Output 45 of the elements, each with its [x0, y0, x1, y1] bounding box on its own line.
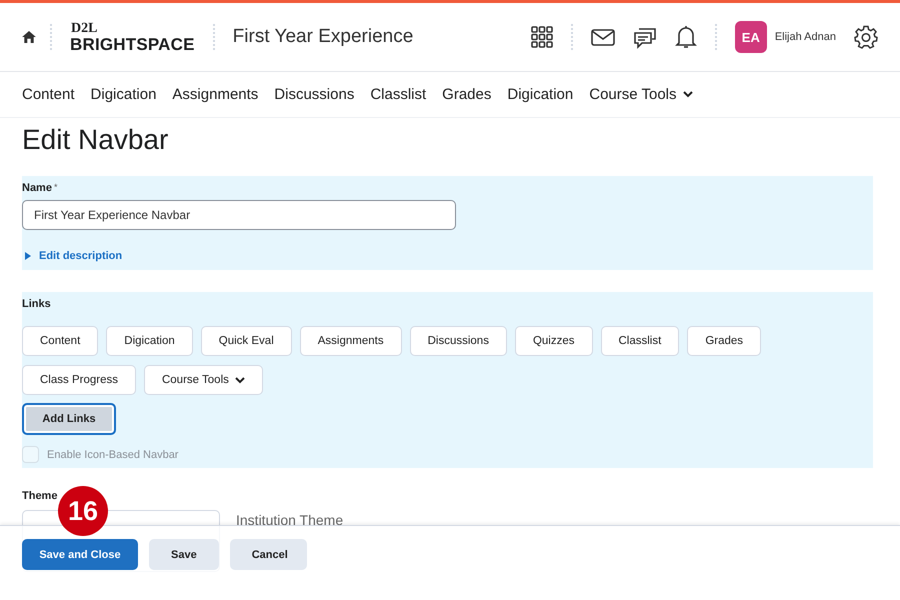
course-title[interactable]: First Year Experience	[232, 26, 414, 48]
field-label: Links	[22, 298, 51, 310]
page-title: Edit Navbar	[22, 124, 170, 156]
nav-link[interactable]: Content	[22, 86, 75, 103]
nav-link[interactable]: Grades	[442, 86, 492, 103]
nav-link[interactable]: Course Tools	[589, 86, 693, 103]
navbar-link-button[interactable]: Classlist	[600, 326, 680, 356]
chevron-icon	[682, 91, 693, 98]
required-mark: *	[54, 182, 58, 194]
navbar-link-button[interactable]: Class Progress	[22, 365, 136, 395]
grid-icon[interactable]	[530, 26, 553, 48]
navbar-link-button[interactable]: Assignments	[300, 326, 402, 356]
navbar-link-button[interactable]: Quizzes	[514, 326, 592, 356]
caret-icon	[25, 252, 31, 260]
navbar-link-button[interactable]: Discussions	[410, 326, 507, 356]
footer-button[interactable]: Cancel	[230, 539, 307, 570]
checkbox-label: Enable Icon-Based Navbar	[47, 448, 178, 460]
field-label: Name	[22, 182, 52, 194]
settings-icon[interactable]	[854, 25, 878, 49]
user-avatar[interactable]: EA	[734, 21, 767, 53]
home-icon[interactable]	[22, 31, 36, 43]
chat-icon[interactable]	[632, 25, 657, 49]
navbar-link-button[interactable]: Grades	[687, 326, 762, 356]
footer-button[interactable]: Save	[149, 539, 219, 570]
navbar-link-button[interactable]: Course Tools	[144, 365, 263, 395]
bell-icon[interactable]	[674, 25, 697, 49]
name-input-field[interactable]: First Year Experience Navbar	[22, 200, 456, 230]
navbar-link-button[interactable]: Quick Eval	[200, 326, 292, 356]
nav-link[interactable]: Digication	[507, 86, 574, 103]
nav-link[interactable]: Digication	[90, 86, 156, 103]
nav-link[interactable]: Assignments	[172, 86, 258, 103]
mail-icon[interactable]	[590, 28, 615, 46]
step-badge: 16	[58, 486, 108, 536]
brightspace-logo[interactable]: D2L BRIGHTSPACE	[70, 22, 195, 52]
add-links-button[interactable]: Add Links	[22, 403, 116, 435]
navbar-link-button[interactable]: Digication	[106, 326, 193, 356]
chevron-icon	[234, 376, 245, 384]
field-label: Theme	[22, 490, 58, 502]
edit-description-link[interactable]: Edit description	[25, 250, 122, 262]
user-name[interactable]: Elijah Adnan	[774, 31, 836, 43]
theme-name: Institution Theme	[236, 512, 344, 528]
footer-button[interactable]: Save and Close	[22, 539, 138, 570]
nav-link[interactable]: Classlist	[370, 86, 426, 103]
nav-link[interactable]: Discussions	[274, 86, 354, 103]
navbar-link-button[interactable]: Content	[22, 326, 98, 356]
